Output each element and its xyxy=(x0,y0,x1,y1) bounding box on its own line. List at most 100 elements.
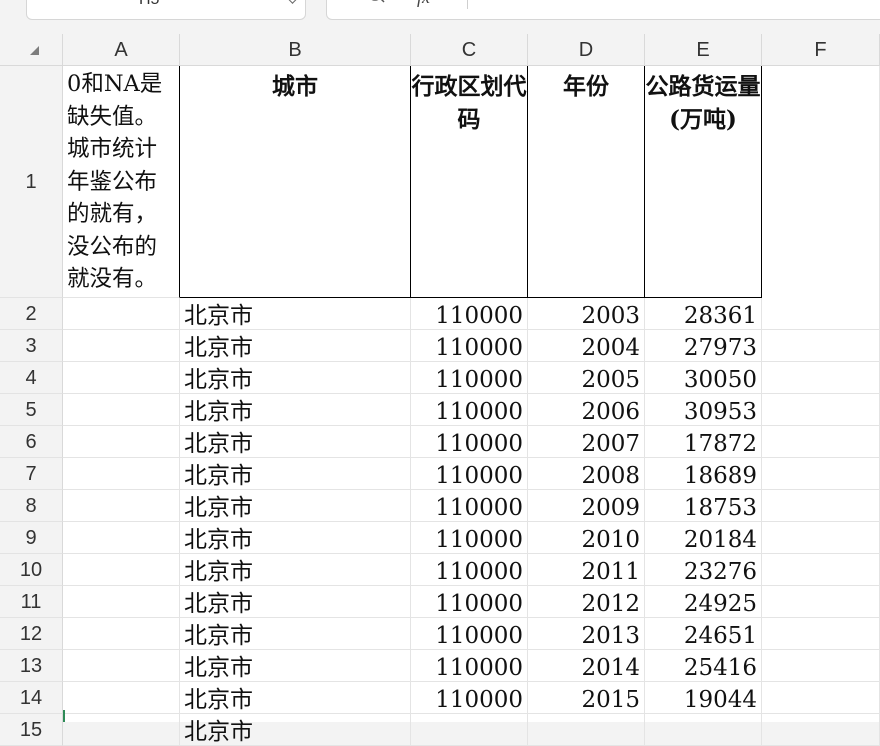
formula-bar[interactable]: fx xyxy=(326,0,880,20)
cell-a[interactable] xyxy=(63,362,180,394)
name-box[interactable]: H5 xyxy=(26,0,306,20)
cell-year[interactable]: 2005 xyxy=(528,362,645,394)
cell-city[interactable]: 北京市 xyxy=(180,394,411,426)
zoom-icon[interactable] xyxy=(367,0,385,5)
column-header-b[interactable]: B xyxy=(180,34,411,66)
cell-f[interactable] xyxy=(762,490,880,522)
cell-city[interactable]: 北京市 xyxy=(180,362,411,394)
cell-freight[interactable]: 18689 xyxy=(645,458,762,490)
cell-year[interactable]: 2003 xyxy=(528,298,645,330)
cell-a[interactable] xyxy=(63,330,180,362)
cell-city[interactable]: 北京市 xyxy=(180,298,411,330)
cell-city[interactable]: 北京市 xyxy=(180,714,411,746)
column-header-a[interactable]: A xyxy=(63,34,180,66)
cell-f[interactable] xyxy=(762,554,880,586)
cell-a[interactable] xyxy=(63,682,180,714)
header-cell-city[interactable]: 城市 xyxy=(180,66,411,298)
cell-freight[interactable]: 17872 xyxy=(645,426,762,458)
cell-city[interactable]: 北京市 xyxy=(180,426,411,458)
row-header[interactable]: 13 xyxy=(0,650,63,682)
cell-year[interactable] xyxy=(528,714,645,746)
cell-a[interactable] xyxy=(63,586,180,618)
cell-f[interactable] xyxy=(762,330,880,362)
column-header-e[interactable]: E xyxy=(645,34,762,66)
row-header[interactable]: 9 xyxy=(0,522,63,554)
row-header[interactable]: 12 xyxy=(0,618,63,650)
spreadsheet-grid[interactable]: A B C D E F 1 0和NA是缺失值。城市统计年鉴公布的就有，没公布的就没有。 城市 行政… xyxy=(0,34,880,746)
row-header-1[interactable]: 1 xyxy=(0,66,63,298)
cell-city[interactable]: 北京市 xyxy=(180,522,411,554)
row-header[interactable]: 11 xyxy=(0,586,63,618)
cell-freight[interactable]: 19044 xyxy=(645,682,762,714)
cell-code[interactable]: 110000 xyxy=(411,426,528,458)
cell-freight[interactable]: 30050 xyxy=(645,362,762,394)
row-header[interactable]: 3 xyxy=(0,330,63,362)
row-header[interactable]: 2 xyxy=(0,298,63,330)
cell-city[interactable]: 北京市 xyxy=(180,586,411,618)
cell-a[interactable] xyxy=(63,490,180,522)
cell-code[interactable]: 110000 xyxy=(411,650,528,682)
cell-f1[interactable] xyxy=(762,66,880,298)
cell-f[interactable] xyxy=(762,586,880,618)
cell-freight[interactable]: 27973 xyxy=(645,330,762,362)
cell-freight[interactable]: 28361 xyxy=(645,298,762,330)
cell-city[interactable]: 北京市 xyxy=(180,490,411,522)
select-all-corner[interactable] xyxy=(0,34,63,66)
cell-freight[interactable]: 23276 xyxy=(645,554,762,586)
chevron-down-icon[interactable] xyxy=(286,0,299,4)
header-cell-code[interactable]: 行政区划代码 xyxy=(411,66,528,298)
row-header[interactable]: 6 xyxy=(0,426,63,458)
cell-year[interactable]: 2013 xyxy=(528,618,645,650)
cell-f[interactable] xyxy=(762,714,880,746)
cell-f[interactable] xyxy=(762,362,880,394)
function-icon[interactable]: fx xyxy=(417,0,430,8)
cell-year[interactable]: 2011 xyxy=(528,554,645,586)
cell-freight[interactable]: 20184 xyxy=(645,522,762,554)
cell-a[interactable] xyxy=(63,522,180,554)
cell-city[interactable]: 北京市 xyxy=(180,554,411,586)
cell-year[interactable]: 2012 xyxy=(528,586,645,618)
cell-code[interactable]: 110000 xyxy=(411,554,528,586)
cell-code[interactable]: 110000 xyxy=(411,682,528,714)
cell-year[interactable]: 2006 xyxy=(528,394,645,426)
cell-f[interactable] xyxy=(762,682,880,714)
cell-year[interactable]: 2015 xyxy=(528,682,645,714)
cell-f[interactable] xyxy=(762,298,880,330)
row-header[interactable]: 4 xyxy=(0,362,63,394)
row-header[interactable]: 10 xyxy=(0,554,63,586)
cell-code[interactable]: 110000 xyxy=(411,522,528,554)
cell-a[interactable] xyxy=(63,554,180,586)
cell-f[interactable] xyxy=(762,522,880,554)
row-header[interactable]: 14 xyxy=(0,682,63,714)
cell-f[interactable] xyxy=(762,426,880,458)
cell-f[interactable] xyxy=(762,458,880,490)
row-header[interactable]: 5 xyxy=(0,394,63,426)
cell-f[interactable] xyxy=(762,394,880,426)
header-cell-freight[interactable]: 公路货运量(万吨) xyxy=(645,66,762,298)
cell-code[interactable]: 110000 xyxy=(411,490,528,522)
cell-a[interactable] xyxy=(63,714,180,746)
cell-a[interactable] xyxy=(63,298,180,330)
cell-f[interactable] xyxy=(762,650,880,682)
cell-year[interactable]: 2004 xyxy=(528,330,645,362)
note-cell[interactable]: 0和NA是缺失值。城市统计年鉴公布的就有，没公布的就没有。 xyxy=(63,66,180,298)
cell-code[interactable]: 110000 xyxy=(411,458,528,490)
cell-city[interactable]: 北京市 xyxy=(180,650,411,682)
cell-f[interactable] xyxy=(762,618,880,650)
cell-year[interactable]: 2009 xyxy=(528,490,645,522)
cell-a[interactable] xyxy=(63,618,180,650)
column-header-c[interactable]: C xyxy=(411,34,528,66)
cell-a[interactable] xyxy=(63,426,180,458)
cell-freight[interactable] xyxy=(645,714,762,746)
cell-freight[interactable]: 18753 xyxy=(645,490,762,522)
cell-code[interactable]: 110000 xyxy=(411,618,528,650)
cell-freight[interactable]: 30953 xyxy=(645,394,762,426)
cell-code[interactable]: 110000 xyxy=(411,362,528,394)
cell-year[interactable]: 2010 xyxy=(528,522,645,554)
cell-freight[interactable]: 24925 xyxy=(645,586,762,618)
cell-city[interactable]: 北京市 xyxy=(180,330,411,362)
cell-freight[interactable]: 25416 xyxy=(645,650,762,682)
cell-code[interactable]: 110000 xyxy=(411,298,528,330)
cell-a[interactable] xyxy=(63,650,180,682)
cell-code[interactable]: 110000 xyxy=(411,586,528,618)
